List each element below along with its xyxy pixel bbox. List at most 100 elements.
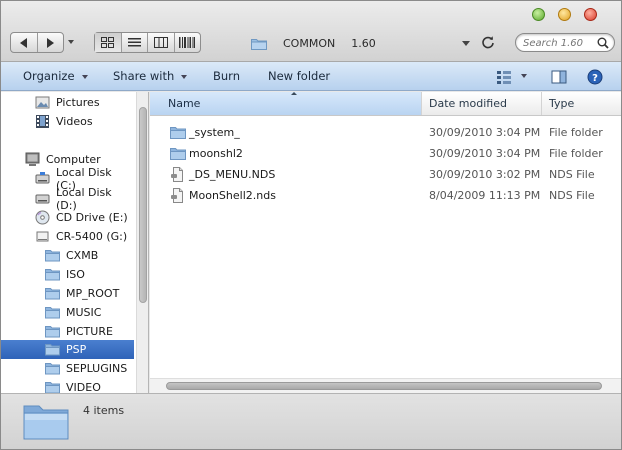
horizontal-scroll-thumb[interactable] [166, 382, 602, 390]
share-with-label: Share with [113, 69, 175, 83]
title-toolbar: COMMON 1.60 [1, 1, 621, 62]
column-header-type[interactable]: Type [542, 92, 621, 115]
address-bar[interactable]: COMMON 1.60 [251, 34, 376, 52]
file-row[interactable]: _DS_MENU.NDS 30/09/2010 3:02 PM NDS File [150, 164, 621, 185]
file-row[interactable]: moonshl2 30/09/2010 3:04 PM File folder [150, 143, 621, 164]
file-row[interactable]: MoonShell2.nds 8/04/2009 11:13 PM NDS Fi… [150, 185, 621, 206]
burn-button[interactable]: Burn [213, 69, 240, 83]
list-view-icon [127, 38, 141, 47]
column-view-button[interactable] [147, 33, 174, 52]
sidebar-item-label: Pictures [56, 96, 100, 109]
videos-icon [36, 115, 49, 128]
change-view-icon[interactable] [496, 69, 512, 85]
file-row[interactable]: _system_ 30/09/2010 3:04 PM File folder [150, 122, 621, 143]
coverflow-view-icon [179, 37, 196, 48]
sidebar-scrollbar[interactable] [136, 92, 148, 393]
sidebar-item-cr-5400-g[interactable]: CR-5400 (G:) [1, 227, 134, 246]
sidebar-item-label: CD Drive (E:) [56, 211, 128, 224]
maximize-button[interactable] [532, 8, 545, 21]
search-icon[interactable] [597, 37, 609, 49]
cd-drive-icon [35, 210, 50, 225]
folder-icon [45, 269, 60, 281]
sidebar-item-music[interactable]: MUSIC [1, 303, 134, 322]
folder-icon [45, 363, 60, 375]
file-date: 30/09/2010 3:04 PM [429, 147, 541, 160]
path-segment-version[interactable]: 1.60 [351, 37, 376, 50]
sidebar-item-label: Videos [56, 115, 93, 128]
preview-pane-icon[interactable] [551, 69, 567, 85]
sidebar-item-iso[interactable]: ISO [1, 265, 134, 284]
help-icon[interactable]: ? [587, 69, 603, 85]
sidebar-item-seplugins[interactable]: SEPLUGINS [1, 359, 134, 378]
folder-icon [45, 307, 60, 319]
drive-icon [35, 194, 50, 204]
folder-icon [251, 38, 267, 50]
file-date: 30/09/2010 3:04 PM [429, 126, 541, 139]
icon-view-button[interactable] [95, 33, 121, 52]
sidebar-item-local-disk-d[interactable]: Local Disk (D:) [1, 186, 134, 212]
file-type: File folder [549, 147, 603, 160]
sidebar-item-label: MP_ROOT [66, 287, 120, 300]
coverflow-view-button[interactable] [173, 33, 201, 52]
search-box[interactable] [515, 33, 615, 52]
sidebar-item-picture[interactable]: PICTURE [1, 322, 134, 341]
view-options-dropdown-icon[interactable] [521, 74, 527, 78]
sidebar-item-label: PICTURE [66, 325, 113, 338]
sidebar-item-label: PSP [66, 343, 87, 356]
explorer-window: COMMON 1.60 Organize Share with Burn New… [0, 0, 622, 450]
horizontal-scrollbar[interactable] [150, 378, 621, 393]
sidebar-item-pictures[interactable]: Pictures [1, 93, 134, 112]
path-segment-folder[interactable]: COMMON [283, 37, 335, 50]
pictures-icon [35, 96, 50, 109]
back-forward-control [10, 32, 64, 53]
folder-icon [45, 250, 60, 262]
file-icon [171, 167, 183, 182]
column-headers: Name Date modified Type [150, 92, 621, 116]
navigation-pane: Pictures Videos Computer Local Disk (C:)… [1, 92, 149, 393]
refresh-icon[interactable] [481, 35, 495, 49]
folder-icon [45, 326, 60, 338]
file-name: _DS_MENU.NDS [189, 168, 276, 181]
folder-icon [170, 127, 186, 139]
sidebar-item-video[interactable]: VIDEO [1, 378, 134, 393]
folder-icon [45, 344, 60, 356]
sidebar-item-videos[interactable]: Videos [1, 112, 134, 131]
search-input[interactable] [523, 36, 598, 50]
removable-drive-icon [36, 231, 49, 242]
column-header-date-modified[interactable]: Date modified [422, 92, 542, 115]
new-folder-button[interactable]: New folder [268, 69, 330, 83]
computer-icon [25, 152, 40, 166]
back-button[interactable] [11, 33, 37, 52]
sort-ascending-icon [291, 92, 297, 95]
forward-button[interactable] [36, 33, 64, 52]
item-count: 4 items [83, 404, 125, 417]
sidebar-scroll-thumb[interactable] [139, 107, 147, 303]
back-arrow-icon [20, 37, 28, 48]
sidebar-item-label: CXMB [66, 249, 99, 262]
list-view-button[interactable] [120, 33, 148, 52]
folder-icon [45, 382, 60, 393]
minimize-button[interactable] [558, 8, 571, 21]
close-button[interactable] [584, 8, 597, 21]
sidebar-item-mp-root[interactable]: MP_ROOT [1, 284, 134, 303]
sidebar-item-label: Computer [46, 153, 101, 166]
file-date: 30/09/2010 3:02 PM [429, 168, 541, 181]
address-dropdown-button[interactable] [462, 41, 470, 46]
file-name: _system_ [189, 126, 240, 139]
file-name: MoonShell2.nds [189, 189, 276, 202]
sidebar-item-cd-drive-e[interactable]: CD Drive (E:) [1, 208, 134, 227]
column-header-name[interactable]: Name [150, 92, 422, 115]
sidebar-item-cxmb[interactable]: CXMB [1, 246, 134, 265]
share-with-button[interactable]: Share with [113, 69, 188, 83]
sidebar-item-psp[interactable]: PSP [1, 340, 134, 359]
history-dropdown-button[interactable] [68, 40, 74, 44]
folder-icon [45, 288, 60, 300]
organize-button[interactable]: Organize [23, 69, 88, 83]
view-mode-control [94, 32, 201, 53]
details-pane: 4 items [1, 393, 621, 449]
drive-icon [35, 172, 50, 184]
file-list-pane: Name Date modified Type _system_ 30/09/2… [150, 92, 621, 393]
forward-arrow-icon [46, 37, 54, 48]
organize-label: Organize [23, 69, 75, 83]
sidebar-item-label: SEPLUGINS [66, 362, 128, 375]
